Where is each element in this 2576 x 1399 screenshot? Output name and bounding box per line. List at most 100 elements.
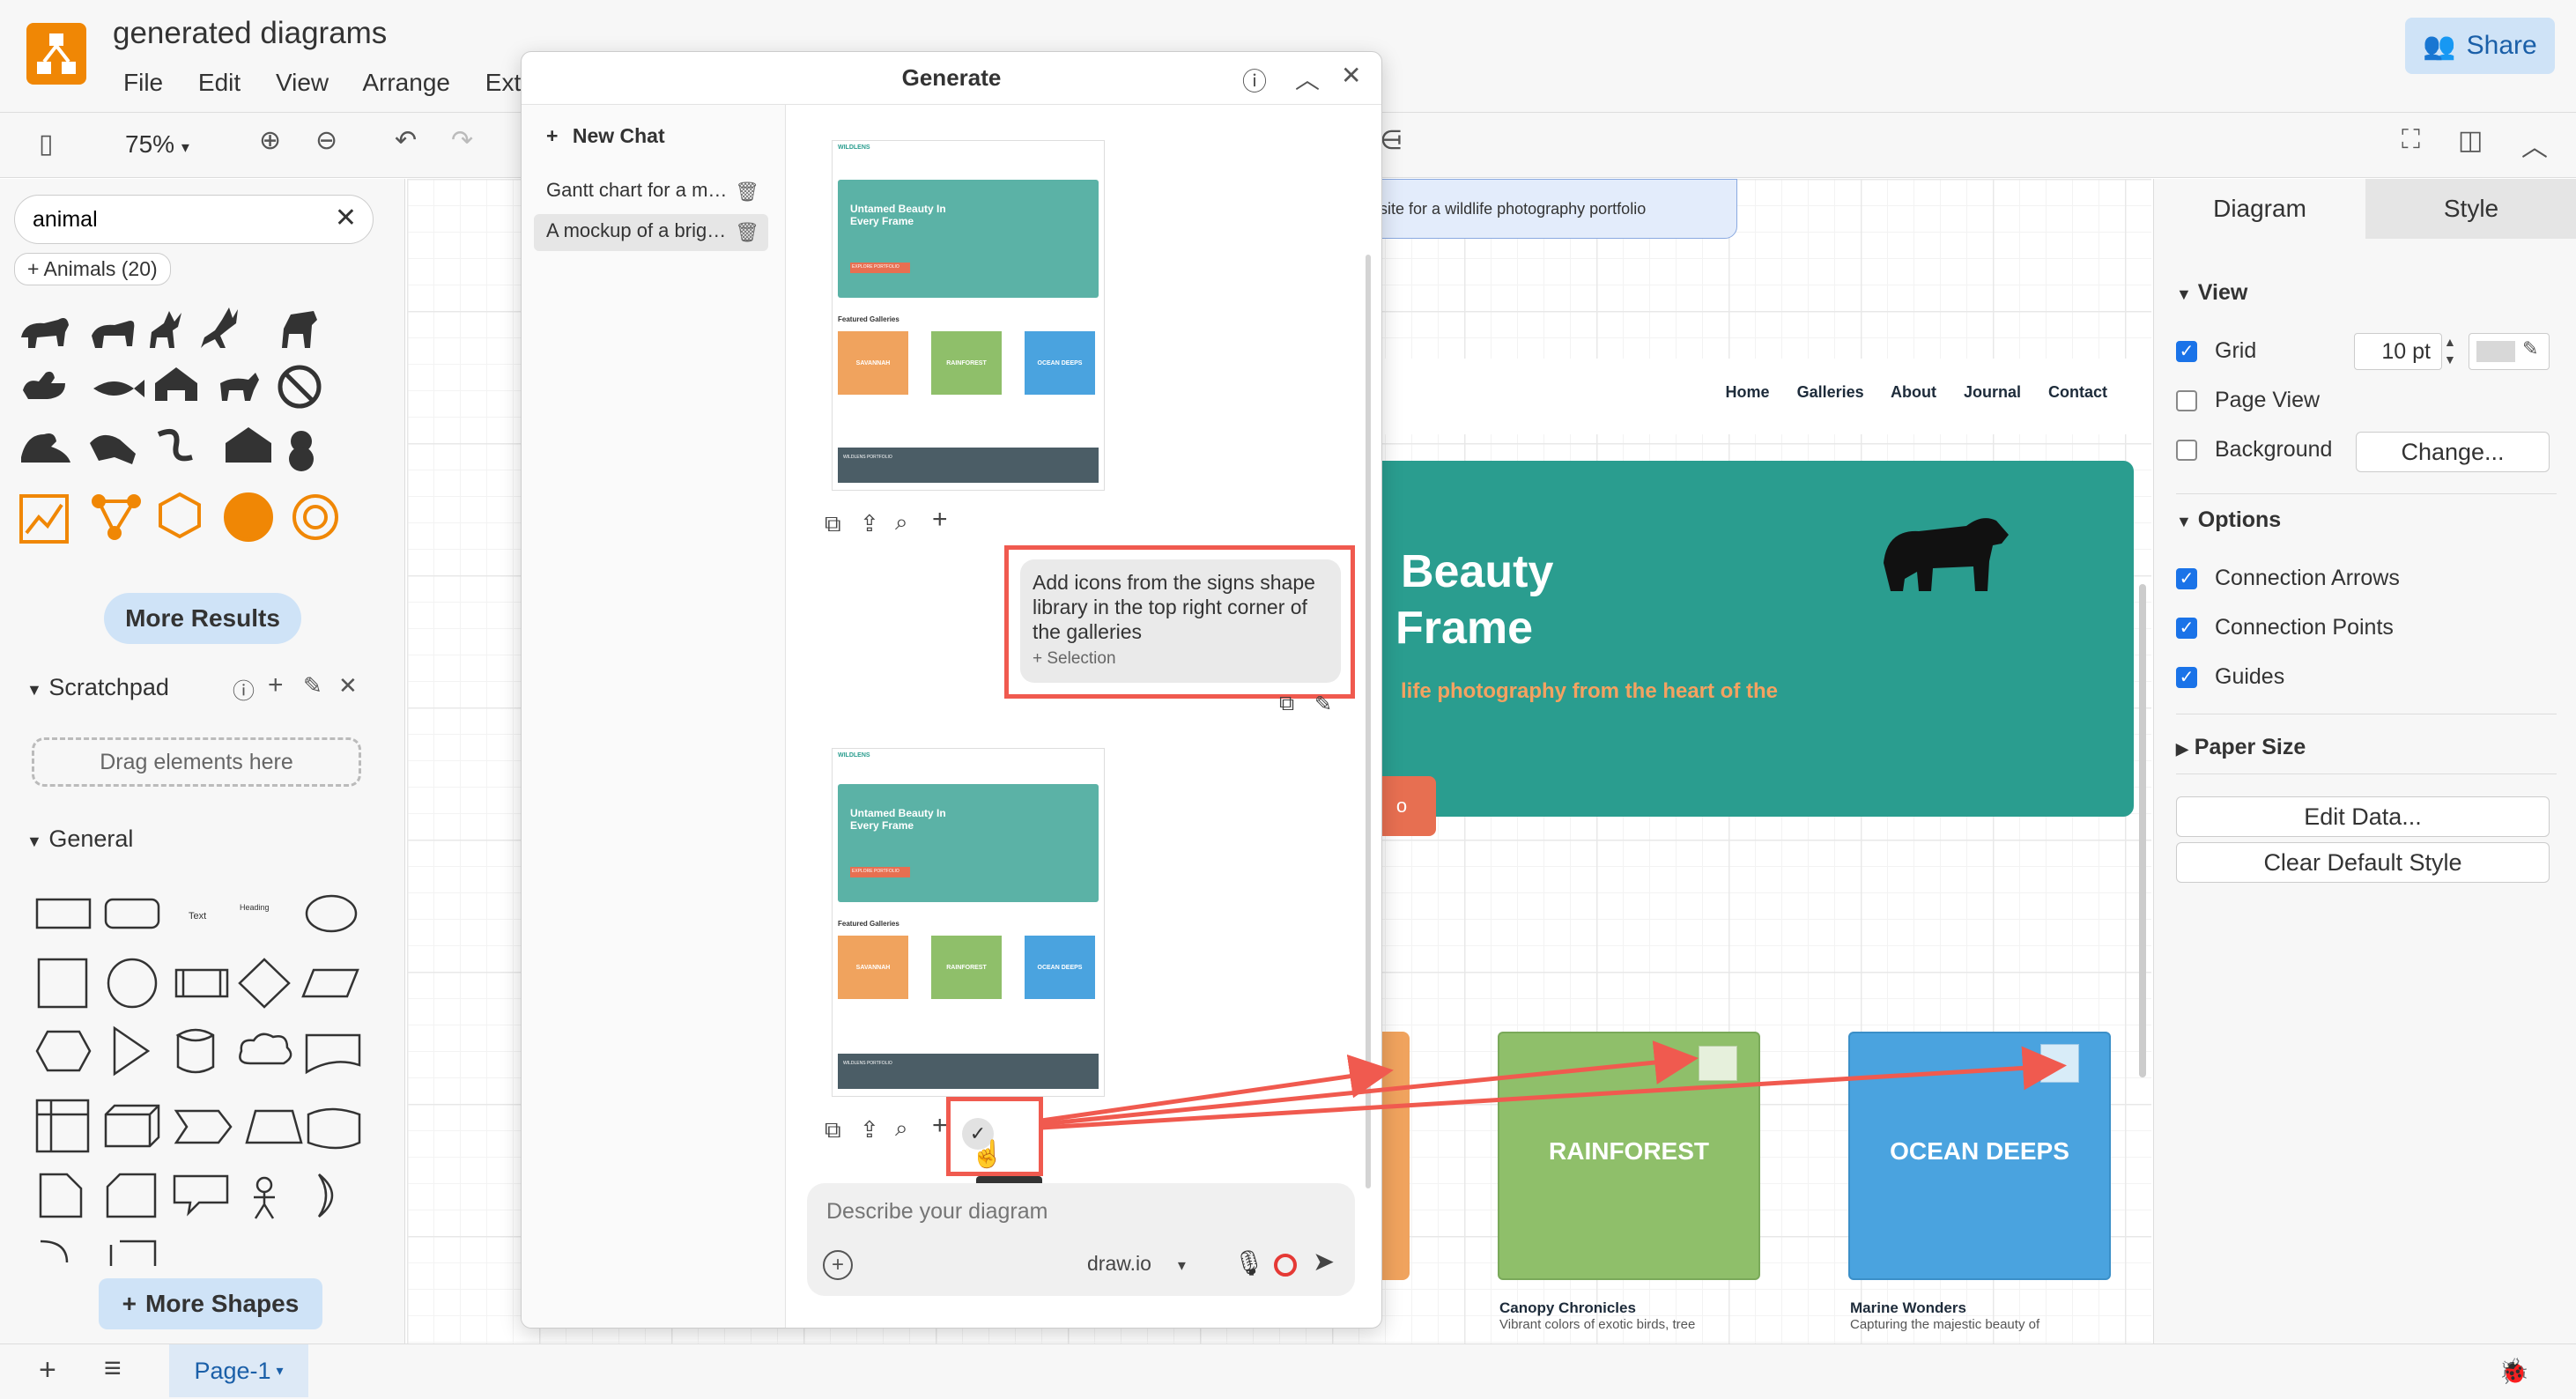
- rainforest-card[interactable]: RAINFOREST: [1498, 1032, 1760, 1280]
- user-message-bubble[interactable]: Add icons from the signs shape library i…: [1020, 559, 1341, 683]
- hex-shape-icon[interactable]: [159, 492, 201, 539]
- connection-arrows-checkbox[interactable]: ✓: [2176, 567, 2197, 589]
- more-results-button[interactable]: More Results: [104, 593, 301, 644]
- tape-shape[interactable]: [307, 1107, 361, 1150]
- chat-item[interactable]: Gantt chart for a m… 🗑: [534, 174, 768, 211]
- connection-points-checkbox[interactable]: ✓: [2176, 617, 2197, 639]
- text-shape-label[interactable]: Text: [189, 911, 206, 922]
- clear-search-icon[interactable]: ✕: [335, 203, 357, 233]
- chat-scrollbar[interactable]: [1366, 255, 1371, 1188]
- guides-checkbox[interactable]: ✓: [2176, 666, 2197, 688]
- diamond-shape[interactable]: [238, 958, 291, 1009]
- nav-home[interactable]: Home: [1726, 383, 1770, 401]
- tag-animals[interactable]: + Animals (20): [14, 253, 171, 285]
- grid-size-stepper[interactable]: ▲ ▼: [2444, 333, 2456, 368]
- sign-icon-placeholder[interactable]: [2040, 1044, 2079, 1083]
- grid-size-input[interactable]: 10 pt: [2354, 333, 2442, 370]
- export-icon[interactable]: ⇪: [860, 1116, 879, 1144]
- bear-icon[interactable]: [21, 318, 69, 348]
- drawio-logo[interactable]: [26, 23, 86, 85]
- menu-view[interactable]: View: [276, 69, 329, 96]
- bear-walking-icon[interactable]: [92, 321, 135, 348]
- square-shape[interactable]: [37, 958, 88, 1009]
- callout-shape[interactable]: [173, 1174, 229, 1217]
- cube-shape[interactable]: [104, 1104, 160, 1148]
- more-shapes-button[interactable]: + More Shapes: [99, 1278, 322, 1329]
- microphone-icon[interactable]: 🎙: [1233, 1248, 1265, 1277]
- table-shape[interactable]: [35, 1099, 90, 1153]
- insert-icon[interactable]: +: [932, 1111, 948, 1141]
- help-icon[interactable]: ⓘ: [233, 674, 255, 706]
- menu-arrange[interactable]: Arrange: [362, 69, 450, 96]
- or-shape[interactable]: [317, 1173, 334, 1218]
- attach-icon[interactable]: +: [823, 1250, 853, 1280]
- seal-icon[interactable]: [21, 433, 70, 463]
- manual-shape[interactable]: [109, 1240, 157, 1266]
- dog-icon[interactable]: [220, 373, 259, 401]
- connector-icon[interactable]: ⋳: [1380, 125, 1403, 156]
- eyedropper-icon[interactable]: ✎: [2522, 337, 2538, 360]
- options-section-header[interactable]: ▼ Options: [2176, 507, 2281, 533]
- duck-icon[interactable]: [23, 371, 65, 399]
- add-icon[interactable]: +: [268, 670, 284, 700]
- pages-menu-icon[interactable]: ≡: [104, 1351, 122, 1386]
- snake-icon[interactable]: [157, 429, 193, 462]
- heading-shape-label[interactable]: Heading: [240, 903, 270, 912]
- target-shape-icon[interactable]: [292, 494, 338, 540]
- chat-item-selected[interactable]: A mockup of a brig… 🗑: [534, 214, 768, 251]
- page-view-checkbox[interactable]: [2176, 389, 2197, 411]
- nav-contact[interactable]: Contact: [2048, 383, 2107, 401]
- canvas-scrollbar[interactable]: [2139, 584, 2146, 1077]
- view-section-header[interactable]: ▼ View: [2176, 280, 2247, 306]
- card-shape[interactable]: [106, 1173, 157, 1218]
- tab-style[interactable]: Style: [2365, 179, 2576, 239]
- deer-icon[interactable]: [201, 307, 238, 348]
- copy-icon[interactable]: ⧉: [1279, 692, 1294, 716]
- parallelogram-shape[interactable]: [301, 968, 359, 998]
- chart-shape-icon[interactable]: [19, 494, 69, 544]
- ocean-deeps-card[interactable]: OCEAN DEEPS: [1848, 1032, 2111, 1280]
- copy-icon[interactable]: ⧉: [825, 510, 841, 538]
- trapezoid-shape[interactable]: [245, 1109, 303, 1144]
- clear-default-style-button[interactable]: Clear Default Style: [2176, 842, 2550, 883]
- document-title[interactable]: generated diagrams: [113, 16, 387, 51]
- circle-shape[interactable]: [107, 958, 158, 1009]
- edit-icon[interactable]: ✎: [303, 672, 322, 700]
- format-panel-icon[interactable]: ◫: [2458, 125, 2483, 156]
- menu-file[interactable]: File: [123, 69, 163, 96]
- insert-icon[interactable]: +: [932, 505, 948, 535]
- search-input[interactable]: [33, 204, 323, 234]
- sidebar-toggle-icon[interactable]: ▯: [39, 129, 54, 159]
- model-select[interactable]: draw.io ▾: [1087, 1252, 1186, 1276]
- cloud-shape[interactable]: [239, 1033, 292, 1065]
- step-shape[interactable]: [174, 1109, 233, 1144]
- new-chat-button[interactable]: + New Chat: [546, 124, 665, 148]
- paper-size-section-header[interactable]: ▶ Paper Size: [2176, 735, 2306, 760]
- add-page-icon[interactable]: +: [39, 1353, 56, 1388]
- help-icon[interactable]: ⓘ: [1242, 63, 1267, 98]
- pulse-shape-icon[interactable]: [224, 492, 273, 542]
- close-icon[interactable]: ✕: [338, 672, 358, 700]
- rectangle-shape[interactable]: [35, 898, 92, 929]
- hexagon-shape[interactable]: [35, 1030, 92, 1072]
- undo-icon[interactable]: ↶: [395, 125, 417, 156]
- background-checkbox[interactable]: [2176, 439, 2197, 461]
- edit-icon[interactable]: ✎: [1314, 692, 1332, 717]
- shape-search[interactable]: ✕: [14, 195, 374, 244]
- scratchpad-header[interactable]: ▼ Scratchpad: [26, 674, 169, 701]
- sign-icon-placeholder[interactable]: [1699, 1046, 1737, 1081]
- no-hunting-icon[interactable]: [282, 311, 317, 348]
- minimize-icon[interactable]: ︿: [1295, 61, 1320, 96]
- grid-color-swatch[interactable]: ✎: [2469, 333, 2550, 370]
- share-button[interactable]: 👥 Share: [2405, 18, 2555, 74]
- rounded-rect-shape[interactable]: [104, 898, 160, 929]
- page-tab[interactable]: Page-1 ▾: [169, 1344, 308, 1397]
- ellipse-shape[interactable]: [305, 894, 358, 933]
- nav-galleries[interactable]: Galleries: [1797, 383, 1864, 401]
- grid-checkbox[interactable]: ✓: [2176, 340, 2197, 362]
- triangle-shape[interactable]: [113, 1025, 151, 1077]
- zoom-icon[interactable]: ⌕: [895, 508, 908, 537]
- bug-report-icon[interactable]: 🐞: [2498, 1357, 2529, 1386]
- send-icon[interactable]: ➤: [1313, 1247, 1335, 1277]
- diagram-preview-1[interactable]: WILDLENS Untamed Beauty In Every Frame E…: [832, 140, 1105, 491]
